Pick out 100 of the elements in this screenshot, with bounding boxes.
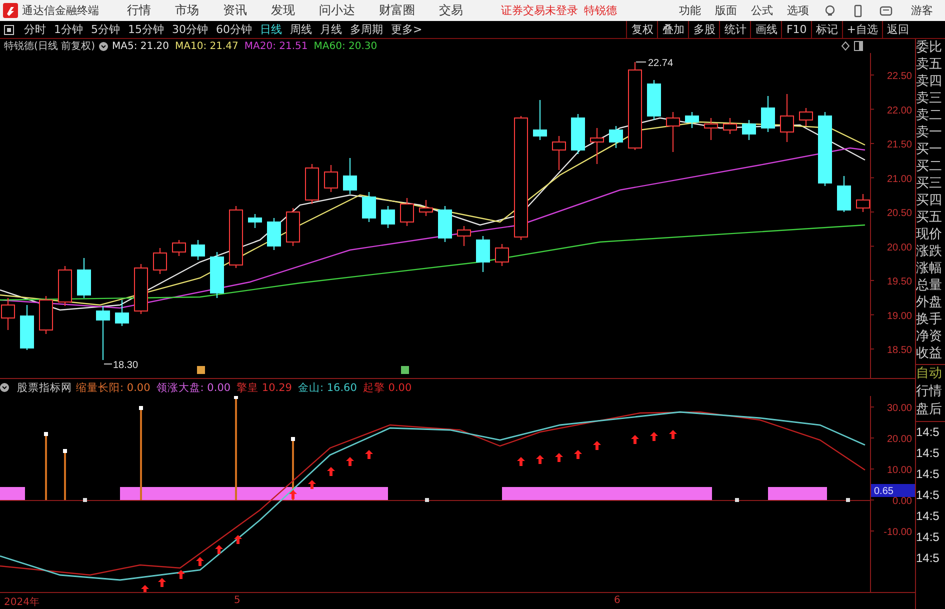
app-title: 通达信金融终端: [22, 3, 99, 18]
menu-item[interactable]: 市场: [175, 2, 199, 19]
candle: [381, 206, 395, 228]
menu-item[interactable]: 选项: [787, 3, 809, 18]
candle: [229, 206, 243, 268]
mode-label[interactable]: 盘后: [916, 401, 945, 419]
candle: [590, 128, 604, 164]
candle: [856, 194, 870, 212]
candle: [837, 176, 851, 212]
high-price-label: 22.74: [648, 58, 674, 69]
marker-icon: [197, 366, 205, 374]
up-arrow-icon: [308, 480, 316, 489]
candle: [533, 100, 547, 140]
indicator-value: 擎皇 10.29: [236, 380, 292, 394]
chevron-circle-icon[interactable]: [98, 42, 108, 50]
up-arrow-icon: [215, 545, 223, 554]
candle: [362, 192, 376, 222]
up-arrow-icon: [234, 535, 242, 544]
price-axis-label: 22.00: [886, 105, 912, 116]
period-tab[interactable]: 15分钟: [124, 21, 168, 38]
indicator-value: 领涨大盘: 0.00: [156, 380, 231, 394]
menu-item[interactable]: 版面: [715, 3, 737, 18]
menu-item[interactable]: 交易: [439, 2, 463, 19]
trade-time: 14:5: [916, 529, 940, 546]
candle: [172, 240, 186, 256]
indicator-value: 起擎 0.00: [362, 380, 412, 394]
login-status[interactable]: 证券交易未登录: [501, 3, 578, 18]
signal-bar: [768, 487, 827, 500]
marker-icon: [401, 366, 409, 374]
indicator-axis-label: 0.00: [892, 496, 912, 507]
candle: [457, 226, 471, 246]
menu-item[interactable]: 财富圈: [379, 2, 415, 19]
current-value-label: 0.65: [874, 486, 894, 497]
mode-label[interactable]: 行情: [916, 383, 945, 401]
candle: [761, 96, 775, 132]
up-arrow-icon: [555, 453, 563, 462]
period-tab[interactable]: 周线: [286, 21, 316, 38]
menu-item[interactable]: 功能: [679, 3, 701, 18]
price-axis-label: 19.50: [886, 276, 912, 288]
signal-stick: [44, 432, 48, 500]
candle: [77, 258, 91, 298]
candle: [647, 80, 661, 120]
mode-label[interactable]: 自动: [916, 364, 945, 383]
bulb-icon[interactable]: [823, 4, 837, 18]
candle: [324, 164, 338, 192]
period-tab[interactable]: 更多>: [387, 21, 426, 38]
menu-item[interactable]: 公式: [751, 3, 773, 18]
candle: [780, 94, 794, 142]
square-icon[interactable]: [4, 24, 14, 34]
quote-label: 买一: [916, 141, 943, 158]
quote-label: 买二: [916, 158, 943, 175]
candle: [552, 136, 566, 170]
chevron-circle-icon[interactable]: [0, 383, 9, 392]
quote-label: 换手: [916, 311, 943, 328]
up-arrow-icon: [141, 585, 149, 592]
diamond-icon[interactable]: [841, 41, 850, 51]
period-tab[interactable]: 60分钟: [212, 21, 256, 38]
ma-value: MA10: 21.47: [175, 40, 238, 52]
indicator-axis-label: 30.00: [886, 403, 912, 414]
period-tab[interactable]: 多周期: [346, 21, 387, 38]
message-icon[interactable]: [879, 4, 893, 18]
logo-icon: [3, 3, 18, 18]
quote-label: 委比: [916, 39, 943, 56]
period-tab[interactable]: 30分钟: [168, 21, 212, 38]
price-axis-label: 22.50: [886, 71, 912, 82]
stock-name: 特锐德: [584, 3, 617, 18]
up-arrow-icon: [669, 430, 677, 439]
trade-time: 14:5: [916, 466, 940, 483]
quote-label: 卖五: [916, 56, 943, 73]
price-axis-label: 20.50: [886, 208, 912, 219]
menu-item[interactable]: 资讯: [223, 2, 247, 19]
quote-label: 卖四: [916, 73, 943, 90]
candle: [685, 112, 699, 128]
period-tab[interactable]: 分时: [20, 21, 50, 38]
up-arrow-icon: [650, 432, 658, 441]
chart-title: 特锐德(日线 前复权): [4, 40, 95, 53]
candle: [495, 244, 509, 266]
menu-item[interactable]: 行情: [127, 2, 151, 19]
menu-item[interactable]: 发现: [271, 2, 295, 19]
ma-value: MA5: 21.20: [112, 40, 169, 52]
trade-time: 14:5: [916, 424, 940, 441]
user-label[interactable]: 游客: [911, 3, 933, 18]
candle: [191, 240, 205, 260]
panel-icon[interactable]: [854, 41, 863, 51]
signal-stick: [291, 437, 295, 500]
period-tab[interactable]: 5分钟: [87, 21, 124, 38]
candle: [39, 296, 53, 334]
quote-label: 卖一: [916, 124, 943, 141]
period-tab[interactable]: 1分钟: [50, 21, 87, 38]
quote-label: 卖二: [916, 107, 943, 124]
candle: [58, 266, 72, 306]
quote-label: 买五: [916, 209, 943, 226]
menu-item[interactable]: 问小达: [319, 2, 355, 19]
quote-label: 现价: [916, 226, 943, 243]
period-tab[interactable]: 日线: [256, 21, 286, 38]
period-tab[interactable]: 月线: [316, 21, 346, 38]
candle: [305, 164, 319, 204]
candle: [609, 126, 623, 148]
up-arrow-icon: [177, 570, 185, 579]
candle: [400, 198, 414, 226]
